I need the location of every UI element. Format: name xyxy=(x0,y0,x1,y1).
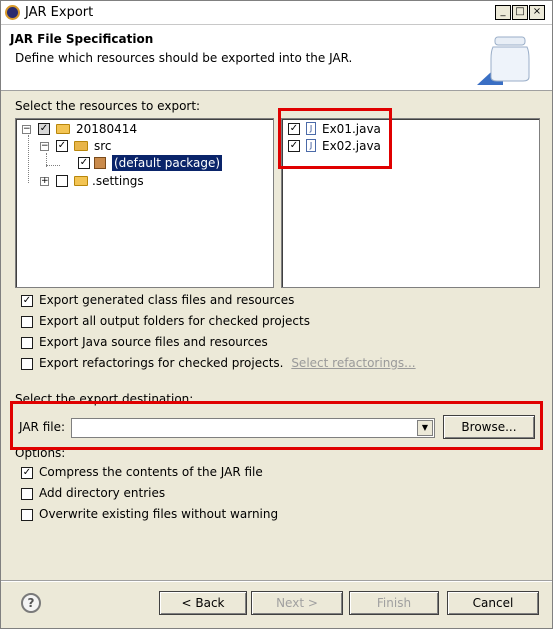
close-button[interactable]: × xyxy=(529,5,545,20)
chevron-down-icon[interactable]: ▼ xyxy=(417,420,433,436)
file-label: Ex02.java xyxy=(322,139,381,153)
file-checkbox-ex02[interactable]: ✓ xyxy=(288,140,300,152)
checkbox[interactable] xyxy=(21,336,33,349)
page-title: JAR File Specification xyxy=(10,32,154,46)
export-refactorings-option[interactable]: Export refactorings for checked projects… xyxy=(21,355,416,371)
file-checkbox-ex01[interactable]: ✓ xyxy=(288,123,300,135)
checkbox[interactable] xyxy=(21,487,33,500)
collapse-icon[interactable]: − xyxy=(22,125,31,134)
directory-entries-option[interactable]: Add directory entries xyxy=(21,485,165,501)
overwrite-option[interactable]: Overwrite existing files without warning xyxy=(21,506,278,522)
title-bar: JAR Export _ □ × xyxy=(1,1,552,25)
browse-button[interactable]: Browse... xyxy=(443,415,535,439)
tree-checkbox-default-package[interactable]: ✓ xyxy=(78,157,90,169)
option-label: Overwrite existing files without warning xyxy=(39,507,279,521)
maximize-button[interactable]: □ xyxy=(512,5,528,20)
options-label: Options: xyxy=(15,446,66,460)
option-label: Export all output folders for checked pr… xyxy=(39,314,310,328)
export-source-files-option[interactable]: Export Java source files and resources xyxy=(21,334,268,350)
destination-label: Select the export destination: xyxy=(15,392,194,406)
help-icon[interactable]: ? xyxy=(21,593,41,613)
tree-checkbox-project[interactable]: ✓ xyxy=(38,123,50,135)
folder-icon xyxy=(74,176,88,186)
jar-file-combo[interactable]: ▼ xyxy=(71,418,435,438)
wizard-banner: JAR File Specification Define which reso… xyxy=(1,25,552,91)
page-description: Define which resources should be exporte… xyxy=(15,51,353,65)
eclipse-icon xyxy=(5,5,20,20)
jar-file-label: JAR file: xyxy=(19,420,66,434)
java-file-icon: J xyxy=(306,139,316,152)
window-title: JAR Export xyxy=(25,5,94,20)
expand-icon[interactable]: + xyxy=(40,177,49,186)
tree-label: .settings xyxy=(92,174,144,188)
finish-button[interactable]: Finish xyxy=(349,591,439,615)
select-refactorings-link[interactable]: Select refactorings... xyxy=(291,356,415,370)
cancel-button[interactable]: Cancel xyxy=(447,591,539,615)
file-label: Ex01.java xyxy=(322,122,381,136)
package-icon xyxy=(94,157,106,169)
tree-label: 20180414 xyxy=(76,122,138,136)
back-button[interactable]: < Back xyxy=(159,591,247,615)
tree-label: src xyxy=(94,139,112,153)
option-label: Export Java source files and resources xyxy=(39,335,268,349)
project-folder-icon xyxy=(56,124,70,134)
option-label: Export refactorings for checked projects… xyxy=(39,356,284,370)
tree-checkbox-settings[interactable] xyxy=(56,175,68,187)
minimize-button[interactable]: _ xyxy=(495,5,511,20)
file-list[interactable]: ✓ J Ex01.java ✓ J Ex02.java xyxy=(281,118,540,288)
footer-separator xyxy=(1,580,552,582)
compress-option[interactable]: ✓ Compress the contents of the JAR file xyxy=(21,464,263,480)
next-button[interactable]: Next > xyxy=(251,591,343,615)
option-label: Add directory entries xyxy=(39,486,166,500)
option-label: Compress the contents of the JAR file xyxy=(39,465,263,479)
checkbox[interactable]: ✓ xyxy=(21,294,33,307)
source-folder-icon xyxy=(74,141,88,151)
resource-tree[interactable]: − ✓ 20180414 − ✓ src ✓ (default package)… xyxy=(15,118,274,288)
jar-wizard-icon xyxy=(477,36,530,85)
resources-label: Select the resources to export: xyxy=(15,99,201,113)
collapse-icon[interactable]: − xyxy=(40,142,49,151)
checkbox[interactable] xyxy=(21,357,33,370)
checkbox[interactable]: ✓ xyxy=(21,466,33,479)
jar-export-dialog: JAR Export _ □ × JAR File Specification … xyxy=(0,0,553,629)
option-label: Export generated class files and resourc… xyxy=(39,293,295,307)
export-output-folders-option[interactable]: Export all output folders for checked pr… xyxy=(21,313,310,329)
checkbox[interactable] xyxy=(21,508,33,521)
checkbox[interactable] xyxy=(21,315,33,328)
export-class-files-option[interactable]: ✓ Export generated class files and resour… xyxy=(21,292,294,308)
tree-checkbox-src[interactable]: ✓ xyxy=(56,140,68,152)
java-file-icon: J xyxy=(306,122,316,135)
tree-label: (default package) xyxy=(112,155,223,171)
